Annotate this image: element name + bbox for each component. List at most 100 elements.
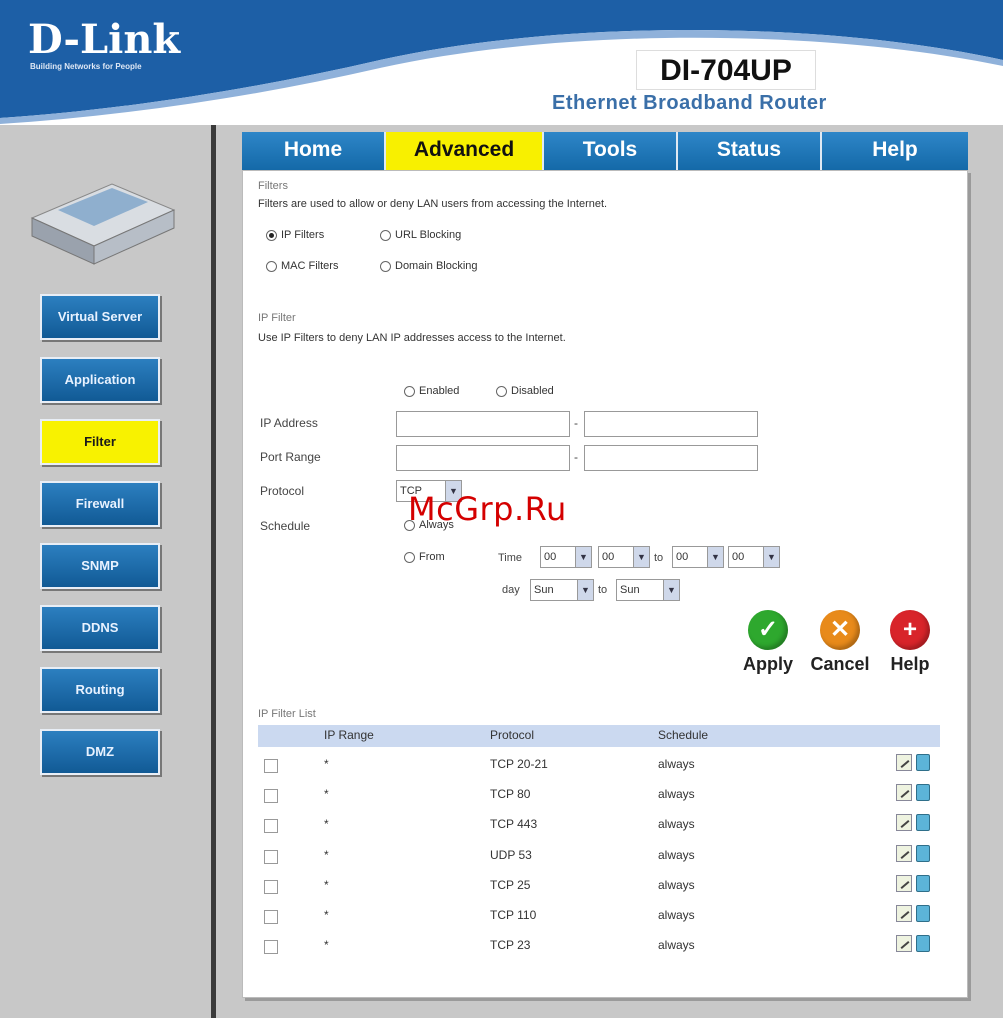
table-row: * UDP 53 always	[258, 841, 940, 871]
edit-icon[interactable]	[896, 814, 912, 831]
sidebar-item-filter[interactable]: Filter	[40, 419, 160, 465]
edit-icon[interactable]	[896, 905, 912, 922]
cell-schedule: always	[658, 787, 695, 801]
day-label: day	[502, 584, 520, 596]
port-range-dash: -	[574, 450, 578, 464]
row-checkbox[interactable]	[264, 910, 278, 924]
trash-icon[interactable]	[916, 875, 930, 892]
table-row: * TCP 23 always	[258, 931, 940, 961]
tab-tools[interactable]: Tools	[544, 132, 678, 170]
plus-icon: +	[890, 610, 930, 650]
filters-title: Filters	[258, 180, 288, 192]
chevron-down-icon: ▼	[633, 547, 649, 567]
trash-icon[interactable]	[916, 905, 930, 922]
cancel-button[interactable]: ✕ Cancel	[810, 610, 870, 675]
sidebar-item-dmz[interactable]: DMZ	[40, 729, 160, 775]
radio-disabled[interactable]: Disabled	[496, 385, 554, 397]
cell-schedule: always	[658, 848, 695, 862]
edit-icon[interactable]	[896, 754, 912, 771]
trash-icon[interactable]	[916, 814, 930, 831]
apply-label: Apply	[742, 654, 793, 674]
apply-button[interactable]: ✓ Apply	[738, 610, 798, 675]
trash-icon[interactable]	[916, 784, 930, 801]
help-button[interactable]: + Help	[880, 610, 940, 675]
row-checkbox[interactable]	[264, 880, 278, 894]
watermark-text: McGrp.Ru	[408, 490, 567, 528]
top-nav: Home Advanced Tools Status Help	[242, 132, 968, 170]
ip-end-input[interactable]	[584, 411, 758, 437]
sidebar-item-ddns[interactable]: DDNS	[40, 605, 160, 651]
radio-icon[interactable]	[496, 385, 507, 397]
trash-icon[interactable]	[916, 754, 930, 771]
radio-label: IP Filters	[281, 229, 325, 241]
product-subtitle: Ethernet Broadband Router	[552, 92, 827, 114]
edit-icon[interactable]	[896, 875, 912, 892]
chevron-down-icon: ▼	[763, 547, 779, 567]
cell-ip-range: *	[324, 938, 329, 952]
sidebar-item-firewall[interactable]: Firewall	[40, 481, 160, 527]
row-checkbox[interactable]	[264, 850, 278, 864]
radio-icon[interactable]	[404, 551, 415, 563]
help-label: Help	[890, 654, 930, 674]
checkmark-icon: ✓	[748, 610, 788, 650]
row-checkbox[interactable]	[264, 759, 278, 773]
radio-from[interactable]: From	[404, 551, 445, 563]
row-checkbox[interactable]	[264, 789, 278, 803]
trash-icon[interactable]	[916, 935, 930, 952]
table-header: IP Range Protocol Schedule	[258, 725, 940, 747]
time-to-hour-select[interactable]: 00 ▼	[672, 546, 724, 568]
row-checkbox[interactable]	[264, 819, 278, 833]
tab-status[interactable]: Status	[678, 132, 822, 170]
sidebar-item-application[interactable]: Application	[40, 357, 160, 403]
ip-filter-description: Use IP Filters to deny LAN IP addresses …	[258, 332, 566, 344]
radio-mac-filters[interactable]: MAC Filters	[266, 260, 338, 272]
time-from-hour-select[interactable]: 00 ▼	[540, 546, 592, 568]
radio-icon[interactable]	[266, 229, 277, 241]
cell-schedule: always	[658, 817, 695, 831]
radio-icon[interactable]	[404, 385, 415, 397]
radio-label: MAC Filters	[281, 260, 339, 272]
logo-tagline: Building Networks for People	[30, 62, 142, 71]
day-from-value: Sun	[534, 584, 554, 596]
radio-icon[interactable]	[380, 229, 391, 241]
trash-icon[interactable]	[916, 845, 930, 862]
port-start-input[interactable]	[396, 445, 570, 471]
ip-range-dash: -	[574, 416, 578, 430]
schedule-label: Schedule	[260, 519, 311, 533]
radio-label: URL Blocking	[395, 229, 462, 241]
chevron-down-icon: ▼	[575, 547, 591, 567]
radio-url-blocking[interactable]: URL Blocking	[380, 229, 461, 241]
tab-help[interactable]: Help	[822, 132, 968, 170]
port-end-input[interactable]	[584, 445, 758, 471]
cell-ip-range: *	[324, 817, 329, 831]
edit-icon[interactable]	[896, 845, 912, 862]
router-image	[30, 183, 176, 265]
header-protocol: Protocol	[490, 728, 535, 742]
radio-icon[interactable]	[380, 260, 391, 272]
cell-schedule: always	[658, 878, 695, 892]
radio-enabled[interactable]: Enabled	[404, 385, 459, 397]
sidebar-item-routing[interactable]: Routing	[40, 667, 160, 713]
sidebar-item-virtual-server[interactable]: Virtual Server	[40, 294, 160, 340]
radio-icon[interactable]	[266, 260, 277, 272]
cancel-icon: ✕	[820, 610, 860, 650]
dlink-logo: D-Link	[28, 16, 181, 63]
cell-protocol: TCP 25	[490, 878, 531, 892]
day-from-select[interactable]: Sun ▼	[530, 579, 594, 601]
tab-home[interactable]: Home	[242, 132, 386, 170]
ip-start-input[interactable]	[396, 411, 570, 437]
radio-label: From	[419, 551, 445, 563]
radio-ip-filters[interactable]: IP Filters	[266, 229, 324, 241]
time-to-min-select[interactable]: 00 ▼	[728, 546, 780, 568]
row-checkbox[interactable]	[264, 940, 278, 954]
sidebar-item-snmp[interactable]: SNMP	[40, 543, 160, 589]
time-from-min-select[interactable]: 00 ▼	[598, 546, 650, 568]
radio-label: Disabled	[511, 385, 554, 397]
edit-icon[interactable]	[896, 784, 912, 801]
tab-advanced[interactable]: Advanced	[386, 132, 544, 170]
edit-icon[interactable]	[896, 935, 912, 952]
header-ip-range: IP Range	[324, 728, 374, 742]
ip-filter-title: IP Filter	[258, 312, 296, 324]
day-to-select[interactable]: Sun ▼	[616, 579, 680, 601]
radio-domain-blocking[interactable]: Domain Blocking	[380, 260, 478, 272]
